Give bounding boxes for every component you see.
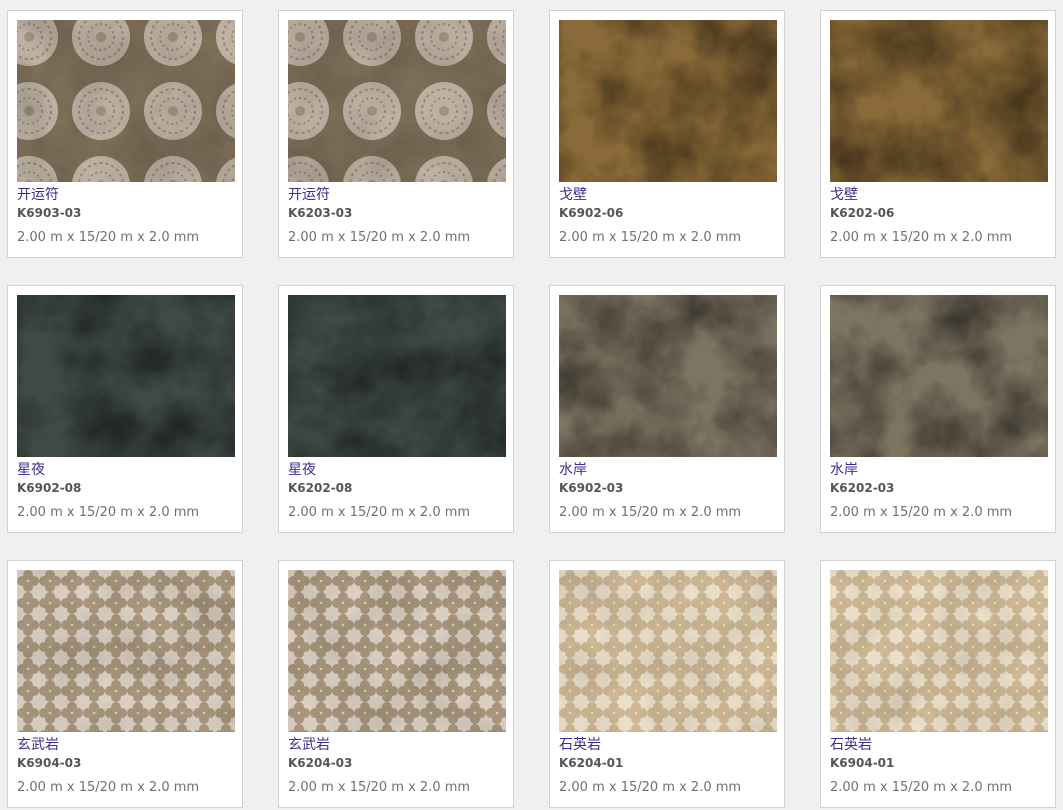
product-name[interactable]: 水岸 xyxy=(830,462,1046,478)
product-dimensions: 2.00 m x 15/20 m x 2.0 mm xyxy=(288,780,471,795)
product-code: K6204-03 xyxy=(288,756,353,770)
product-name[interactable]: 开运符 xyxy=(17,187,233,203)
product-dimensions: 2.00 m x 15/20 m x 2.0 mm xyxy=(559,230,742,245)
product-swatch-image[interactable] xyxy=(830,295,1048,457)
product-name[interactable]: 开运符 xyxy=(288,187,504,203)
product-swatch-image[interactable] xyxy=(17,20,235,182)
product-card[interactable]: 星夜 K6902-08 2.00 m x 15/20 m x 2.0 mm xyxy=(7,285,243,533)
product-dimensions: 2.00 m x 15/20 m x 2.0 mm xyxy=(17,780,200,795)
product-dimensions: 2.00 m x 15/20 m x 2.0 mm xyxy=(830,780,1013,795)
product-swatch-image[interactable] xyxy=(17,295,235,457)
product-card[interactable]: 水岸 K6902-03 2.00 m x 15/20 m x 2.0 mm xyxy=(549,285,785,533)
product-name[interactable]: 星夜 xyxy=(17,462,233,478)
product-swatch-image[interactable] xyxy=(559,20,777,182)
product-swatch-image[interactable] xyxy=(830,570,1048,732)
product-grid: 开运符 K6903-03 2.00 m x 15/20 m x 2.0 mm 开… xyxy=(0,0,1063,810)
product-dimensions: 2.00 m x 15/20 m x 2.0 mm xyxy=(288,230,471,245)
product-dimensions: 2.00 m x 15/20 m x 2.0 mm xyxy=(17,505,200,520)
product-code: K6902-08 xyxy=(17,481,82,495)
product-code: K6203-03 xyxy=(288,206,353,220)
product-code: K6202-03 xyxy=(830,481,895,495)
product-code: K6202-08 xyxy=(288,481,353,495)
product-swatch-image[interactable] xyxy=(559,570,777,732)
product-name[interactable]: 水岸 xyxy=(559,462,775,478)
product-card[interactable]: 开运符 K6903-03 2.00 m x 15/20 m x 2.0 mm xyxy=(7,10,243,258)
product-dimensions: 2.00 m x 15/20 m x 2.0 mm xyxy=(830,505,1013,520)
product-swatch-image[interactable] xyxy=(288,295,506,457)
product-code: K6204-01 xyxy=(559,756,624,770)
product-name[interactable]: 玄武岩 xyxy=(288,737,504,753)
product-code: K6202-06 xyxy=(830,206,895,220)
product-card[interactable]: 星夜 K6202-08 2.00 m x 15/20 m x 2.0 mm xyxy=(278,285,514,533)
product-code: K6904-03 xyxy=(17,756,82,770)
product-swatch-image[interactable] xyxy=(559,295,777,457)
product-dimensions: 2.00 m x 15/20 m x 2.0 mm xyxy=(830,230,1013,245)
product-code: K6904-01 xyxy=(830,756,895,770)
product-card[interactable]: 石英岩 K6204-01 2.00 m x 15/20 m x 2.0 mm xyxy=(549,560,785,808)
product-dimensions: 2.00 m x 15/20 m x 2.0 mm xyxy=(17,230,200,245)
product-code: K6903-03 xyxy=(17,206,82,220)
product-name[interactable]: 石英岩 xyxy=(559,737,775,753)
product-name[interactable]: 戈壁 xyxy=(559,187,775,203)
product-name[interactable]: 石英岩 xyxy=(830,737,1046,753)
product-code: K6902-03 xyxy=(559,481,624,495)
product-dimensions: 2.00 m x 15/20 m x 2.0 mm xyxy=(559,505,742,520)
product-card[interactable]: 戈壁 K6902-06 2.00 m x 15/20 m x 2.0 mm xyxy=(549,10,785,258)
product-card[interactable]: 开运符 K6203-03 2.00 m x 15/20 m x 2.0 mm xyxy=(278,10,514,258)
product-card[interactable]: 戈壁 K6202-06 2.00 m x 15/20 m x 2.0 mm xyxy=(820,10,1056,258)
product-name[interactable]: 星夜 xyxy=(288,462,504,478)
product-dimensions: 2.00 m x 15/20 m x 2.0 mm xyxy=(559,780,742,795)
product-card[interactable]: 水岸 K6202-03 2.00 m x 15/20 m x 2.0 mm xyxy=(820,285,1056,533)
product-swatch-image[interactable] xyxy=(830,20,1048,182)
product-name[interactable]: 玄武岩 xyxy=(17,737,233,753)
product-card[interactable]: 玄武岩 K6904-03 2.00 m x 15/20 m x 2.0 mm xyxy=(7,560,243,808)
product-name[interactable]: 戈壁 xyxy=(830,187,1046,203)
product-code: K6902-06 xyxy=(559,206,624,220)
product-swatch-image[interactable] xyxy=(288,20,506,182)
product-swatch-image[interactable] xyxy=(17,570,235,732)
product-card[interactable]: 玄武岩 K6204-03 2.00 m x 15/20 m x 2.0 mm xyxy=(278,560,514,808)
product-card[interactable]: 石英岩 K6904-01 2.00 m x 15/20 m x 2.0 mm xyxy=(820,560,1056,808)
product-swatch-image[interactable] xyxy=(288,570,506,732)
product-dimensions: 2.00 m x 15/20 m x 2.0 mm xyxy=(288,505,471,520)
